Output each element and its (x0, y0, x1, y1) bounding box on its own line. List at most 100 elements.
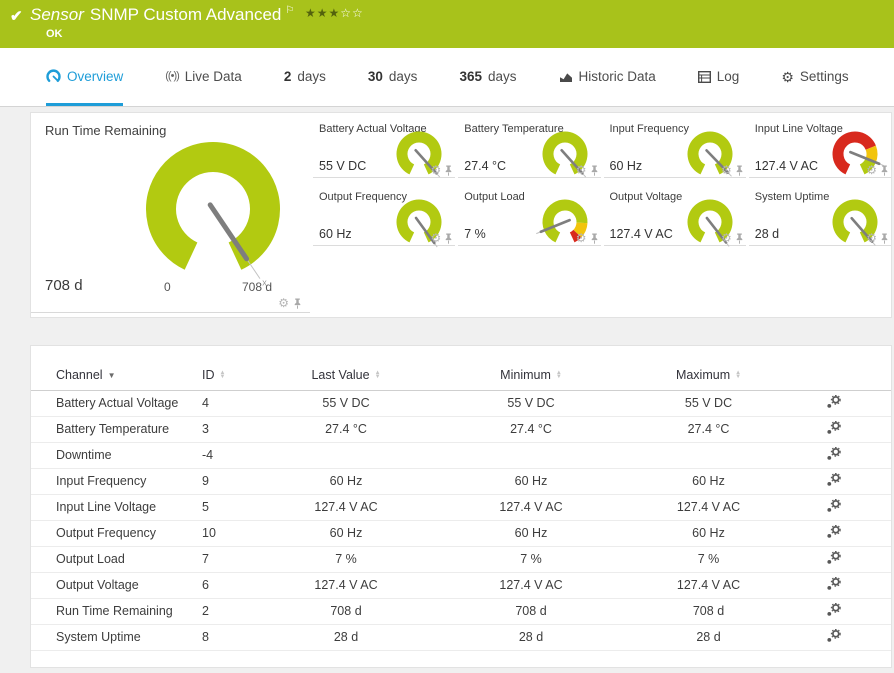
minimum-cell: 708 d (421, 598, 641, 625)
channel-table: Channel ▼ ID ▲ ▼ Last Value ▲ ▼ Minimum ▲ ▼ Max… (31, 360, 891, 651)
channel-id-cell: 4 (201, 390, 271, 417)
pin-icon[interactable] (444, 233, 453, 244)
flag-icon: ⚐ (285, 5, 295, 17)
column-header-channel[interactable]: Channel ▼ (31, 360, 201, 391)
pin-icon[interactable] (880, 165, 889, 176)
column-header-last-value[interactable]: Last Value ▲ ▼ (271, 360, 421, 391)
gear-icon[interactable]: ⚙ (430, 232, 441, 244)
table-header-row: Channel ▼ ID ▲ ▼ Last Value ▲ ▼ Minimum ▲ ▼ Max… (31, 360, 891, 391)
minimum-cell: 27.4 °C (421, 416, 641, 443)
gauge-cell-input-frequency[interactable]: Input Frequency 60 Hz ⚙ (603, 121, 746, 178)
channel-settings-icon[interactable] (826, 602, 841, 617)
tab-2-days[interactable]: 2 days (284, 48, 326, 106)
channel-settings-icon[interactable] (826, 394, 841, 409)
channel-row-output-frequency: Output Frequency 10 60 Hz 60 Hz 60 Hz (31, 520, 891, 547)
status-ok-check-icon: ✔ (10, 8, 23, 25)
last-value-cell: 55 V DC (271, 390, 421, 417)
channel-settings-icon[interactable] (826, 498, 841, 513)
last-value-cell: 27.4 °C (271, 416, 421, 443)
gauge-cell-output-frequency[interactable]: Output Frequency 60 Hz ⚙ (313, 189, 456, 248)
sensor-title-line: Sensor SNMP Custom Advanced ⚐ (30, 5, 294, 25)
minimum-cell: 55 V DC (421, 390, 641, 417)
column-header-minimum[interactable]: Minimum ▲ ▼ (421, 360, 641, 391)
channel-row-input-frequency: Input Frequency 9 60 Hz 60 Hz 60 Hz (31, 468, 891, 495)
channel-id-cell: -4 (201, 442, 271, 469)
channel-settings-icon[interactable] (826, 446, 841, 461)
maximum-cell: 60 Hz (641, 468, 776, 495)
channel-settings-icon[interactable] (826, 472, 841, 487)
star-rating[interactable]: ★★★☆☆ (305, 6, 364, 20)
gauge-cell-output-load[interactable]: Output Load 7 % ⚙ (458, 189, 601, 246)
channel-row-system-uptime: System Uptime 8 28 d 28 d 28 d (31, 624, 891, 651)
gauge-scale-max: 708 d (242, 280, 273, 294)
gear-icon[interactable]: ⚙ (721, 232, 732, 244)
tab-live-data[interactable]: ((•)) Live Data (165, 48, 242, 106)
last-value-cell: 60 Hz (271, 468, 421, 495)
minimum-cell (421, 442, 641, 469)
gauge-scale-min: 0 (164, 280, 171, 294)
gear-icon[interactable]: ⚙ (866, 232, 877, 244)
pin-icon[interactable] (880, 233, 889, 244)
channel-settings-icon[interactable] (826, 524, 841, 539)
pin-icon[interactable] (590, 233, 599, 244)
sort-icon: ▲ ▼ (735, 369, 742, 381)
main-gauge: x (146, 142, 280, 287)
channel-settings-icon[interactable] (826, 576, 841, 591)
minimum-cell: 60 Hz (421, 468, 641, 495)
pin-icon[interactable] (293, 298, 302, 309)
tab-30-days[interactable]: 30 days (368, 48, 418, 106)
channel-id-cell: 7 (201, 546, 271, 573)
sort-icon: ▲ ▼ (374, 369, 381, 381)
column-header-actions (776, 360, 891, 391)
gear-icon[interactable]: ⚙ (866, 164, 877, 176)
pin-icon[interactable] (590, 165, 599, 176)
gauge-cell-output-voltage[interactable]: Output Voltage 127.4 V AC ⚙ (603, 189, 746, 247)
sort-icon: ▼ (107, 370, 116, 380)
maximum-cell: 55 V DC (641, 390, 776, 417)
channel-id-cell: 9 (201, 468, 271, 495)
minimum-cell: 127.4 V AC (421, 572, 641, 599)
gauge-cell-system-uptime[interactable]: System Uptime 28 d ⚙ (748, 189, 891, 246)
gear-icon[interactable]: ⚙ (576, 232, 587, 244)
channel-row-output-load: Output Load 7 7 % 7 % 7 % (31, 546, 891, 573)
pin-icon[interactable] (735, 165, 744, 176)
pin-icon[interactable] (444, 165, 453, 176)
gear-icon[interactable]: ⚙ (576, 164, 587, 176)
maximum-cell: 708 d (641, 598, 776, 625)
tab-settings[interactable]: ⚙ Settings (781, 48, 848, 106)
tab-log[interactable]: Log (697, 48, 739, 106)
channel-settings-icon[interactable] (826, 550, 841, 565)
gear-icon[interactable]: ⚙ (278, 297, 289, 309)
column-header-id[interactable]: ID ▲ ▼ (201, 360, 271, 391)
channel-row-downtime: Downtime -4 (31, 442, 891, 469)
sensor-header: ✔ Sensor SNMP Custom Advanced ⚐ ★★★☆☆ OK (0, 0, 894, 48)
minimum-cell: 60 Hz (421, 520, 641, 547)
gauge-cell-battery-actual-voltage[interactable]: Battery Actual Voltage 55 V DC ⚙ (313, 121, 456, 178)
channel-settings-icon[interactable] (826, 420, 841, 435)
sort-icon: ▲ ▼ (555, 369, 562, 381)
gear-icon[interactable]: ⚙ (430, 164, 441, 176)
pin-icon[interactable] (735, 233, 744, 244)
tab-overview[interactable]: Overview (46, 48, 124, 106)
channel-id-cell: 10 (201, 520, 271, 547)
gauge-cell-run-time-remaining[interactable]: Run Time Remaining x 0 708 d 708 d ⚙ (31, 113, 310, 313)
channel-name-cell: Output Load (31, 546, 201, 573)
tab-365-days[interactable]: 365 days (459, 48, 516, 106)
tab-historic-data[interactable]: Historic Data (559, 48, 656, 106)
log-icon (697, 70, 711, 83)
channel-id-cell: 2 (201, 598, 271, 625)
maximum-cell: 28 d (641, 624, 776, 651)
last-value-cell (271, 442, 421, 469)
column-header-maximum[interactable]: Maximum ▲ ▼ (641, 360, 776, 391)
channel-row-output-voltage: Output Voltage 6 127.4 V AC 127.4 V AC 1… (31, 572, 891, 599)
channel-name-cell: Downtime (31, 442, 201, 469)
channel-settings-icon[interactable] (826, 628, 841, 643)
stars-empty: ☆☆ (340, 6, 364, 20)
gauge-cell-battery-temperature[interactable]: Battery Temperature 27.4 °C ⚙ (458, 121, 601, 178)
channel-id-cell: 5 (201, 494, 271, 521)
channel-name-cell: Output Frequency (31, 520, 201, 547)
gear-icon[interactable]: ⚙ (721, 164, 732, 176)
tab-bar: Overview ((•)) Live Data 2 days 30 days … (0, 48, 894, 107)
gauge-cell-input-line-voltage[interactable]: Input Line Voltage 127.4 V AC ⚙ (748, 121, 891, 178)
last-value-cell: 127.4 V AC (271, 494, 421, 521)
